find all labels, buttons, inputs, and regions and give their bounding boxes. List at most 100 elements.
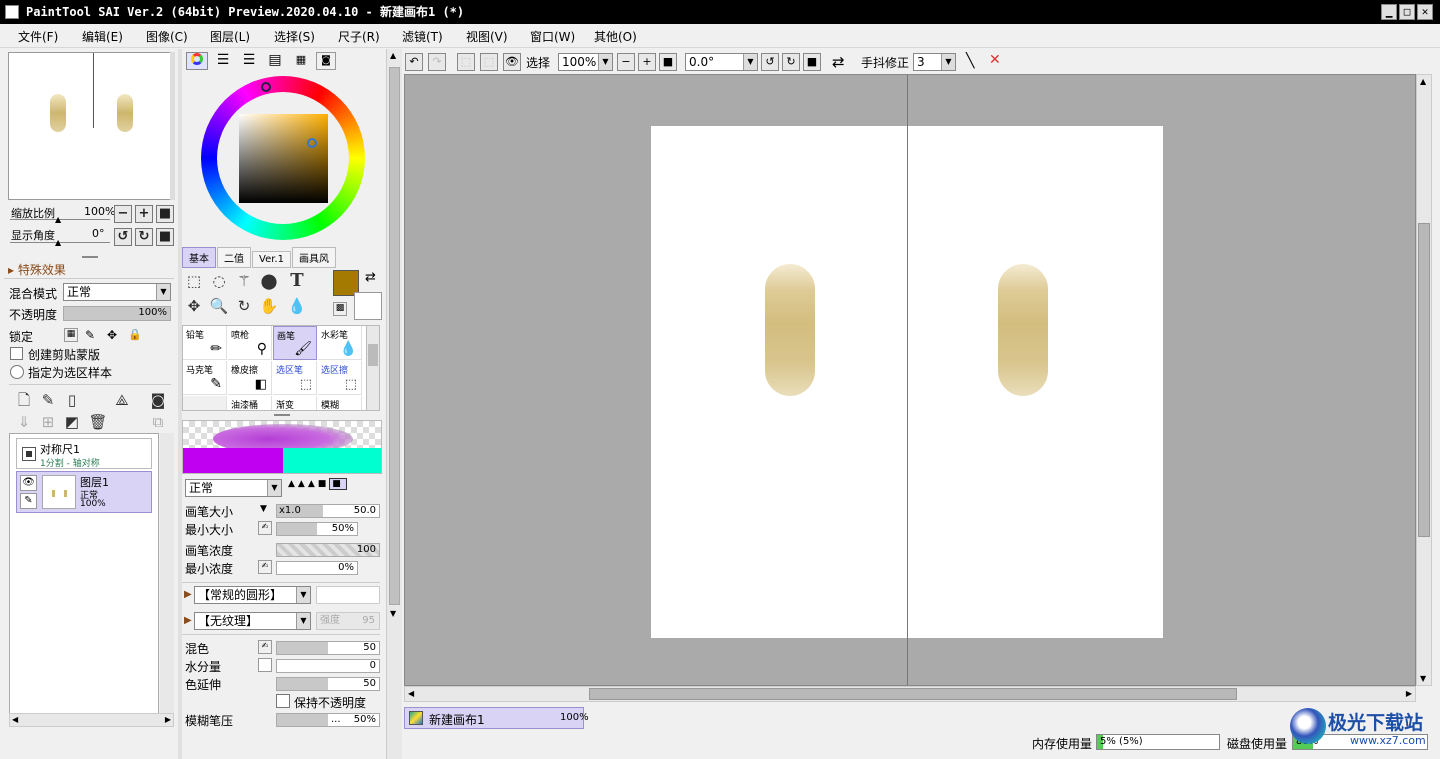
clear-layer-icon[interactable]: ◩ bbox=[61, 411, 83, 433]
scratchpad-icon[interactable]: ◙ bbox=[316, 52, 336, 70]
min-size-slider[interactable]: 50% bbox=[276, 522, 358, 536]
straight-line-disabled-icon[interactable]: ✕ bbox=[989, 52, 1001, 68]
rect-select-icon[interactable]: ⬚ bbox=[183, 270, 205, 292]
hue-cursor[interactable] bbox=[261, 82, 271, 92]
swatches-mode-icon[interactable]: ▤ bbox=[264, 52, 286, 70]
clip-mask-checkbox[interactable] bbox=[10, 347, 23, 360]
transfer-down-icon[interactable]: ⇓ bbox=[13, 411, 35, 433]
expand-shape-icon[interactable]: ▶ bbox=[184, 589, 192, 600]
apply-mask-icon[interactable]: ⧉ bbox=[147, 411, 169, 433]
size-range-chevron-icon[interactable]: ▼ bbox=[260, 504, 267, 514]
brush-empty[interactable] bbox=[183, 396, 227, 410]
panel-splitter[interactable] bbox=[274, 414, 290, 416]
min-density-slider[interactable]: 0% bbox=[276, 561, 358, 575]
layer-list-scrollbar[interactable] bbox=[160, 433, 174, 715]
menu-edit[interactable]: 编辑(E) bbox=[82, 28, 123, 45]
toolbar-rotate-reset-button[interactable]: ■ bbox=[803, 53, 821, 71]
zoom-out-button[interactable]: − bbox=[114, 205, 132, 223]
brush-watercolor[interactable]: 水彩笔 💧 bbox=[318, 326, 362, 360]
maximize-button[interactable]: □ bbox=[1399, 4, 1415, 20]
zoom-tool-icon[interactable]: 🔍 bbox=[208, 295, 230, 317]
panel-splitter[interactable] bbox=[82, 256, 98, 258]
menu-file[interactable]: 文件(F) bbox=[18, 28, 58, 45]
layer-list-hscrollbar[interactable]: ◀ ▶ bbox=[9, 713, 174, 727]
navigator-preview[interactable] bbox=[8, 52, 175, 200]
rotate-tool-icon[interactable]: ↻ bbox=[233, 295, 255, 317]
tool-panel-scrollbar[interactable]: ▲ ▼ bbox=[386, 49, 402, 759]
canvas-tab[interactable]: 新建画布1 100% bbox=[404, 707, 589, 729]
brush-edge-selected[interactable]: ■ bbox=[329, 478, 347, 490]
lock-transparency-icon[interactable]: ▦ bbox=[64, 328, 78, 342]
density-slider[interactable]: 100 bbox=[276, 543, 380, 557]
menu-other[interactable]: 其他(O) bbox=[594, 28, 637, 45]
magic-wand-icon[interactable]: ⚚ bbox=[233, 270, 255, 292]
visibility-eye-icon[interactable]: 👁 bbox=[20, 475, 37, 491]
lock-all-icon[interactable]: 🔒 bbox=[128, 328, 142, 341]
eyedropper-icon[interactable]: 💧 bbox=[286, 295, 308, 317]
brush-marker[interactable]: 马克笔 ✎ bbox=[183, 361, 227, 395]
edit-pen-icon[interactable]: ✎ bbox=[20, 493, 37, 509]
canvas-vscrollbar[interactable]: ▲ ▼ bbox=[1416, 74, 1432, 686]
rotate-left-button[interactable]: ↺ bbox=[114, 228, 132, 246]
deselect-button[interactable]: ⬚ bbox=[457, 53, 475, 71]
brush-edge-shapes[interactable]: ▲▲▲■ ■ bbox=[288, 478, 380, 497]
menu-view[interactable]: 视图(V) bbox=[466, 28, 508, 45]
pressure-icon[interactable]: ✍ bbox=[258, 521, 272, 535]
rotate-reset-button[interactable]: ■ bbox=[156, 228, 174, 246]
rotation-select[interactable]: 0.0° ▼ bbox=[685, 53, 758, 71]
blur-pressure-slider[interactable]: ... 50% bbox=[276, 713, 380, 727]
tab-binary[interactable]: 二值 bbox=[217, 247, 251, 268]
brush-airbrush[interactable]: 喷枪 ⚲ bbox=[228, 326, 272, 360]
sv-cursor[interactable] bbox=[307, 138, 317, 148]
toolbar-rotate-right-button[interactable]: ↻ bbox=[782, 53, 800, 71]
lasso-select-icon[interactable]: ◌ bbox=[208, 270, 230, 292]
brush-select-pen[interactable]: 选区笔 ⬚ bbox=[273, 361, 317, 395]
move-tool-icon[interactable]: ✥ bbox=[183, 295, 205, 317]
merge-down-icon[interactable]: ⊞ bbox=[37, 411, 59, 433]
transparent-color-icon[interactable]: ▩ bbox=[333, 302, 347, 316]
brush-blur[interactable]: 模糊 bbox=[318, 396, 362, 410]
stabilizer-select[interactable]: 3 ▼ bbox=[913, 53, 956, 71]
layer-opacity-slider[interactable]: 100% bbox=[63, 306, 171, 321]
undo-button[interactable]: ↶ bbox=[405, 53, 423, 71]
flip-horizontal-icon[interactable]: ⇄ bbox=[832, 53, 845, 71]
menu-window[interactable]: 窗口(W) bbox=[530, 28, 575, 45]
water-slider[interactable]: 0 bbox=[276, 659, 380, 673]
menu-select[interactable]: 选择(S) bbox=[274, 28, 315, 45]
canvas-viewport[interactable] bbox=[404, 74, 1416, 686]
pressure-icon[interactable]: ✍ bbox=[258, 560, 272, 574]
new-linework-layer-icon[interactable]: ✎ bbox=[37, 389, 59, 411]
pressure-icon[interactable]: ✍ bbox=[258, 640, 272, 654]
shape-tool-icon[interactable]: ⬤ bbox=[258, 270, 280, 292]
new-folder-icon[interactable]: ▯ bbox=[61, 389, 83, 411]
straight-line-icon[interactable]: ╲ bbox=[966, 53, 974, 69]
lock-move-icon[interactable]: ✥ bbox=[107, 328, 117, 342]
water-pressure-checkbox[interactable] bbox=[258, 658, 272, 672]
minimize-button[interactable]: ▁ bbox=[1381, 4, 1397, 20]
color-extend-slider[interactable]: 50 bbox=[276, 677, 380, 691]
zoom-in-button[interactable]: + bbox=[135, 205, 153, 223]
menu-ruler[interactable]: 尺子(R) bbox=[338, 28, 380, 45]
brush-grid-scrollbar[interactable] bbox=[366, 325, 380, 411]
color-wheel-mode-icon[interactable] bbox=[186, 52, 208, 70]
zoom-select[interactable]: 100% ▼ bbox=[558, 53, 613, 71]
layer-mask-icon[interactable]: ◙ bbox=[147, 389, 169, 411]
menu-layer[interactable]: 图层(L) bbox=[210, 28, 250, 45]
toolbar-rotate-left-button[interactable]: ↺ bbox=[761, 53, 779, 71]
brush-gradient[interactable]: 渐变 bbox=[273, 396, 317, 410]
secondary-color-swatch[interactable] bbox=[354, 292, 382, 320]
brush-shape-select[interactable]: 【常规的圆形】 ▼ bbox=[194, 586, 311, 604]
zoom-slider-thumb[interactable]: ▲ bbox=[55, 215, 61, 224]
layer-item-selected[interactable]: 👁 ✎ 图层1 正常 100% bbox=[16, 471, 152, 513]
canvas-hscrollbar[interactable]: ◀ ▶ bbox=[404, 686, 1416, 702]
symmetry-ruler-line[interactable] bbox=[907, 75, 908, 685]
selection-sample-radio[interactable] bbox=[10, 365, 24, 379]
toolbar-zoom-reset-button[interactable]: ■ bbox=[659, 53, 677, 71]
hand-tool-icon[interactable]: ✋ bbox=[258, 295, 280, 317]
blend-slider[interactable]: 50 bbox=[276, 641, 380, 655]
swap-colors-icon[interactable]: ⇄ bbox=[365, 270, 376, 285]
tab-basic[interactable]: 基本 bbox=[182, 247, 216, 268]
redo-button[interactable]: ↷ bbox=[428, 53, 446, 71]
angle-slider-thumb[interactable]: ▲ bbox=[55, 238, 61, 247]
texture-strength-field[interactable]: 强度 95 bbox=[316, 612, 380, 630]
